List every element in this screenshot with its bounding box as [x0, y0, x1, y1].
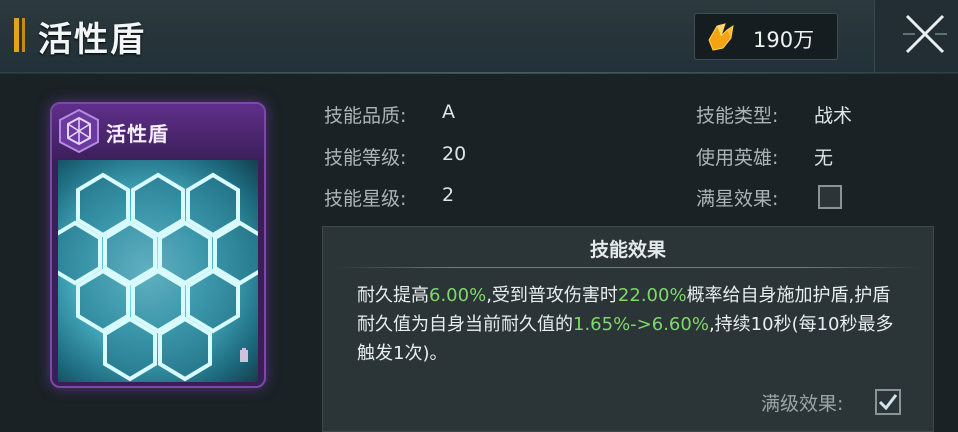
close-button[interactable] [874, 0, 958, 72]
header-bar: 活性盾 190万 [0, 0, 958, 73]
page-title: 活性盾 [38, 20, 146, 60]
checkmark-icon [878, 394, 898, 411]
type-value: 战术 [814, 105, 853, 127]
level-value: 20 [442, 143, 467, 165]
hexagon-grid-icon [58, 172, 258, 382]
hexagon-badge-icon [59, 108, 99, 154]
hexagon-shield-art [58, 160, 258, 382]
effect-value-durability: 6.00% [429, 285, 487, 306]
quality-value: A [442, 101, 455, 123]
effect-title: 技能效果 [589, 239, 666, 261]
hero-value: 无 [814, 147, 834, 169]
maxlevel-label: 满级效果: [761, 393, 844, 415]
skill-card: 活性盾 [50, 102, 266, 388]
maxlevel-checkbox [875, 389, 901, 415]
header-divider [0, 72, 958, 74]
effect-text-seg2: ,受到普攻伤害时 [486, 285, 618, 306]
currency-display: 190万 [694, 13, 838, 60]
effect-value-shield: 1.65%->6.60% [573, 314, 709, 335]
close-icon[interactable] [901, 10, 949, 58]
quality-label: 技能品质: [324, 105, 407, 127]
effect-text-seg1: 耐久提高 [357, 285, 429, 306]
effect-description: 耐久提高6.00%,受到普攻伤害时22.00%概率给自身施加护盾,护盾耐久值为自… [357, 281, 907, 368]
fullstar-checkbox [818, 185, 842, 209]
type-label: 技能类型: [696, 105, 779, 127]
star-value: 2 [442, 184, 455, 206]
effect-value-chance: 22.00% [617, 285, 687, 306]
title-accent-bar [14, 18, 19, 52]
fullstar-label: 满星效果: [696, 188, 779, 210]
card-header: 活性盾 [52, 104, 264, 160]
title-accent-bar-thin [22, 18, 25, 52]
card-title: 活性盾 [106, 122, 169, 146]
lantern-icon [240, 348, 248, 362]
level-label: 技能等级: [324, 147, 407, 169]
star-label: 技能星级: [324, 188, 407, 210]
currency-amount: 190万 [753, 28, 815, 52]
skill-effect-panel: 技能效果 耐久提高6.00%,受到普攻伤害时22.00%概率给自身施加护盾,护盾… [322, 226, 934, 432]
effect-divider [335, 267, 921, 268]
crystal-icon [708, 23, 734, 51]
hero-label: 使用英雄: [696, 147, 779, 169]
